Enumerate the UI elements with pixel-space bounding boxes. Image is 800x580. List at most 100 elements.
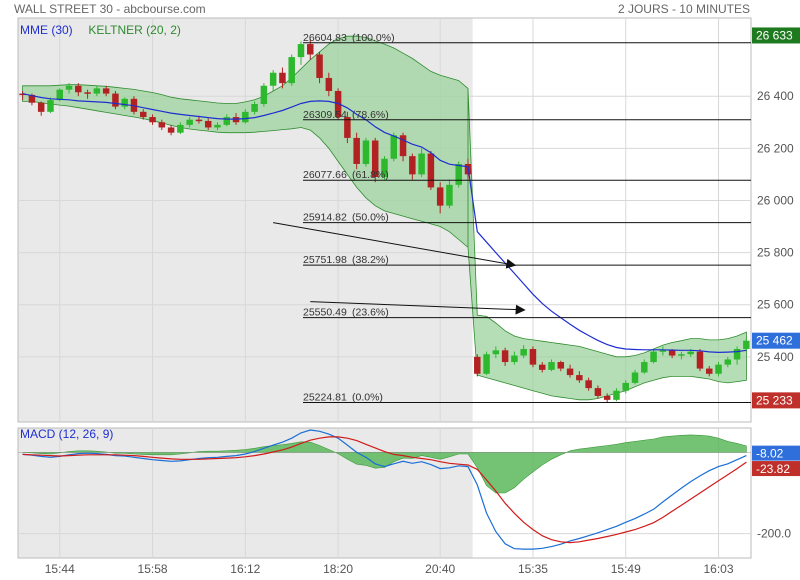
y-tick-label: 26 200: [757, 141, 794, 155]
candle-body: [418, 153, 425, 175]
candle-body: [650, 351, 657, 363]
legend-label: MME (30): [20, 23, 73, 37]
candle-body: [668, 350, 676, 356]
candle: [112, 90, 119, 110]
candle-body: [715, 364, 722, 374]
candle-body: [307, 44, 314, 55]
price-badge-label: 26 633: [756, 28, 793, 42]
macd-title: MACD (12, 26, 9): [20, 427, 113, 441]
candle-body: [297, 44, 305, 58]
candle: [260, 83, 268, 107]
x-tick-label: 20:40: [425, 562, 455, 576]
candle: [483, 351, 490, 376]
candle: [696, 349, 704, 372]
fib-level-value: 25751.98: [303, 254, 347, 266]
candle-body: [84, 92, 91, 94]
candle-body: [204, 120, 212, 128]
candle-body: [102, 88, 110, 94]
candle-body: [279, 72, 286, 84]
x-tick-label: 15:49: [611, 562, 641, 576]
candle-body: [705, 368, 713, 374]
candle-body: [594, 388, 602, 396]
candle: [427, 150, 435, 191]
candle-body: [390, 135, 398, 159]
candle-body: [242, 111, 249, 123]
fib-level-value: 25914.82: [303, 212, 347, 224]
x-tick-label: 18:20: [323, 562, 353, 576]
candle-body: [436, 187, 444, 206]
fib-level-value: 25224.81: [303, 392, 347, 404]
candle-body: [409, 156, 416, 175]
candle-body: [483, 354, 490, 374]
candle-body: [585, 380, 592, 389]
fib-level-pct: (0.0%): [352, 392, 383, 404]
candle-body: [631, 372, 639, 383]
x-tick-label: 15:44: [45, 562, 75, 576]
candle-body: [678, 354, 685, 356]
x-tick-label: 15:58: [138, 562, 168, 576]
candle-body: [47, 100, 54, 112]
candle-body: [93, 88, 101, 94]
candle-body: [622, 382, 629, 391]
candle-body: [167, 127, 175, 133]
y-tick-label: 26 000: [757, 193, 794, 207]
candle-body: [696, 351, 704, 369]
candle-body: [362, 140, 370, 164]
candle-body: [140, 111, 147, 118]
candle-body: [492, 350, 500, 355]
candle-body: [455, 163, 462, 185]
chart-title: WALL STREET 30 - abcbourse.com: [14, 2, 206, 16]
candle: [529, 346, 537, 368]
candle-body: [158, 122, 166, 128]
fib-level-value: 26604.83: [303, 32, 347, 44]
candle-body: [177, 124, 184, 133]
x-tick-label: 16:12: [230, 562, 260, 576]
candle-body: [260, 85, 268, 105]
x-tick-label: 15:35: [518, 562, 548, 576]
candle: [353, 132, 360, 170]
candle-body: [446, 184, 453, 206]
candle-body: [316, 54, 323, 78]
candle-body: [112, 93, 119, 107]
fib-level-value: 25550.49: [303, 307, 347, 319]
candle-body: [223, 117, 231, 125]
candle-body: [743, 340, 750, 350]
macd-y-tick-label: -200.0: [757, 527, 791, 541]
candle-body: [520, 349, 527, 356]
fib-level-pct: (23.6%): [352, 307, 389, 319]
candle-body: [538, 364, 546, 370]
candle-body: [325, 77, 333, 91]
x-tick-label: 16:03: [704, 562, 734, 576]
candle-body: [687, 351, 694, 355]
candle-body: [613, 390, 620, 400]
candle-body: [641, 362, 648, 373]
candle-body: [269, 72, 277, 86]
fib-level-pct: (100.0%): [352, 32, 395, 44]
legend-label: KELTNER (20, 2): [88, 23, 180, 37]
chart-period: 2 JOURS - 10 MINUTES: [617, 2, 750, 16]
macd-value-label: -23.82: [756, 462, 790, 476]
candle-body: [529, 349, 537, 365]
candle-body: [427, 153, 435, 188]
candle-body: [37, 102, 45, 112]
candle-body: [659, 350, 667, 352]
y-tick-label: 25 600: [757, 298, 794, 312]
fib-level-pct: (38.2%): [352, 254, 389, 266]
candle-body: [251, 104, 258, 112]
candle-body: [566, 368, 574, 376]
candle-body: [186, 119, 193, 125]
candle-body: [75, 85, 82, 93]
candle-body: [733, 349, 741, 360]
candle-body: [474, 356, 481, 374]
candle-body: [603, 395, 611, 400]
candle-body: [501, 350, 509, 363]
candle: [474, 354, 481, 377]
candle-body: [149, 117, 156, 123]
chart-canvas[interactable]: 15:44 15:58 16:12 18:20 20:40 15:35 15:49 16:03…: [0, 0, 800, 580]
candle-body: [65, 85, 73, 90]
y-tick-label: 25 400: [757, 350, 794, 364]
y-tick-label: 25 800: [757, 246, 794, 260]
fib-level-pct: (50.0%): [352, 212, 389, 224]
fib-level-value: 26309.54: [303, 109, 347, 121]
candle-body: [511, 355, 518, 363]
